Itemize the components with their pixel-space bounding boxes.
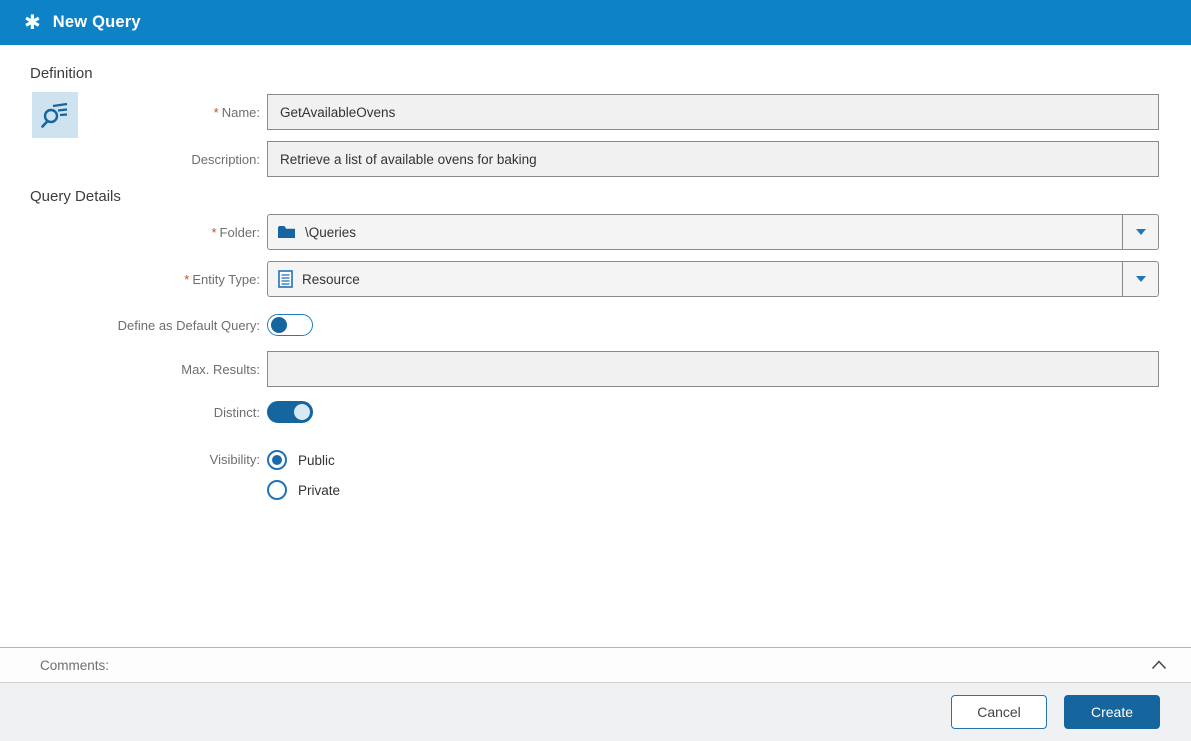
folder-dropdown[interactable]: \Queries <box>267 214 1159 250</box>
entity-type-dropdown[interactable]: Resource <box>267 261 1159 297</box>
required-marker: * <box>213 104 219 120</box>
visibility-public-label: Public <box>298 452 335 468</box>
create-button[interactable]: Create <box>1064 695 1160 729</box>
field-row-visibility: Visibility: Public Private <box>0 450 1191 510</box>
visibility-private-label: Private <box>298 482 341 498</box>
dialog-titlebar: ✱ New Query <box>0 0 1191 45</box>
dialog-body: Definition *Name: Description: Query Det… <box>0 45 1191 510</box>
chevron-down-icon <box>1135 276 1146 282</box>
comments-collapse-button[interactable] <box>1147 653 1171 677</box>
field-row-default-query: Define as Default Query: <box>0 314 1191 336</box>
field-row-entity-type: * Entity Type: Resource <box>0 261 1191 297</box>
distinct-toggle[interactable] <box>267 401 313 423</box>
field-row-folder: * Folder: \Queries <box>0 214 1191 250</box>
visibility-private-radio[interactable] <box>267 480 287 500</box>
description-label: Description: <box>191 151 260 167</box>
visibility-option-public[interactable]: Public <box>267 450 1159 470</box>
entity-type-label: * Entity Type: <box>184 271 260 287</box>
description-input[interactable] <box>267 141 1159 177</box>
dialog-footer: Cancel Create <box>0 683 1191 741</box>
chevron-down-icon <box>1135 229 1146 235</box>
toggle-knob <box>270 316 287 333</box>
field-row-name: * Name: <box>0 94 1191 130</box>
max-results-input[interactable] <box>267 351 1159 387</box>
visibility-label: Visibility: <box>209 452 260 467</box>
toggle-knob <box>293 403 310 420</box>
entity-type-value: Resource <box>302 271 360 287</box>
dialog-title: New Query <box>52 13 141 31</box>
field-row-description: Description: <box>0 141 1191 177</box>
cancel-button[interactable]: Cancel <box>951 695 1047 729</box>
default-query-toggle[interactable] <box>267 314 313 336</box>
field-row-distinct: Distinct: <box>0 401 1191 423</box>
entity-type-dropdown-button[interactable] <box>1122 262 1158 296</box>
folder-value: \Queries <box>305 224 357 240</box>
comments-bar[interactable]: Comments: <box>0 647 1191 683</box>
comments-label: Comments: <box>40 657 110 673</box>
folder-icon <box>278 225 296 239</box>
section-heading-query-details: Query Details <box>30 188 121 205</box>
required-marker: * <box>211 224 217 240</box>
section-heading-definition: Definition <box>30 65 93 82</box>
field-row-max-results: Max. Results: <box>0 351 1191 387</box>
visibility-option-private[interactable]: Private <box>267 480 1159 500</box>
distinct-label: Distinct: <box>213 404 260 420</box>
query-search-icon <box>32 92 78 138</box>
asterisk-icon: ✱ <box>24 11 41 34</box>
name-input[interactable] <box>267 94 1159 130</box>
chevron-up-icon <box>1151 660 1167 670</box>
required-marker: * <box>184 271 190 287</box>
visibility-public-radio[interactable] <box>267 450 287 470</box>
folder-label: * Folder: <box>211 224 260 240</box>
list-icon <box>278 270 293 288</box>
folder-dropdown-button[interactable] <box>1122 215 1158 249</box>
max-results-label: Max. Results: <box>181 361 260 377</box>
default-query-label: Define as Default Query: <box>117 317 260 333</box>
